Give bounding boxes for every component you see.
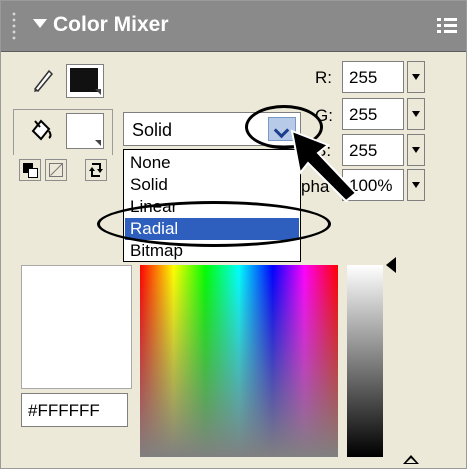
color-mixer-panel: Color Mixer R: 255 G: 255 B: 255 pha 100…: [0, 0, 467, 469]
fill-color-swatch[interactable]: [66, 113, 104, 149]
alpha-stepper[interactable]: [407, 169, 425, 201]
radial-option-ellipse: [97, 201, 331, 247]
blue-stepper[interactable]: [407, 134, 425, 166]
fill-type-value: Solid: [132, 120, 173, 140]
color-spectrum[interactable]: [140, 265, 338, 457]
red-stepper[interactable]: [407, 61, 425, 93]
brightness-slider[interactable]: [347, 265, 383, 457]
red-field[interactable]: 255: [342, 61, 404, 93]
no-color-button[interactable]: [45, 159, 67, 181]
option-none[interactable]: None: [125, 152, 299, 174]
collapse-arrow-icon[interactable]: [33, 19, 47, 28]
brightness-marker[interactable]: [386, 257, 396, 273]
pencil-icon: [33, 69, 54, 93]
fill-preview: [21, 265, 132, 389]
default-colors-button[interactable]: [19, 159, 41, 181]
paint-bucket-icon: [31, 119, 52, 141]
panel-options-icon[interactable]: [437, 15, 459, 37]
panel-titlebar[interactable]: Color Mixer: [1, 1, 466, 52]
expand-triangle-icon[interactable]: [403, 455, 419, 464]
hex-field[interactable]: #FFFFFF: [21, 393, 128, 427]
panel-title: Color Mixer: [53, 13, 169, 36]
grip-dots-icon[interactable]: [11, 11, 17, 41]
stroke-color-swatch[interactable]: [66, 64, 104, 98]
red-label: R:: [315, 68, 332, 87]
green-stepper[interactable]: [407, 98, 425, 130]
option-solid[interactable]: Solid: [125, 174, 299, 196]
pointer-arrow: [290, 129, 358, 203]
swap-colors-button[interactable]: [85, 159, 107, 181]
